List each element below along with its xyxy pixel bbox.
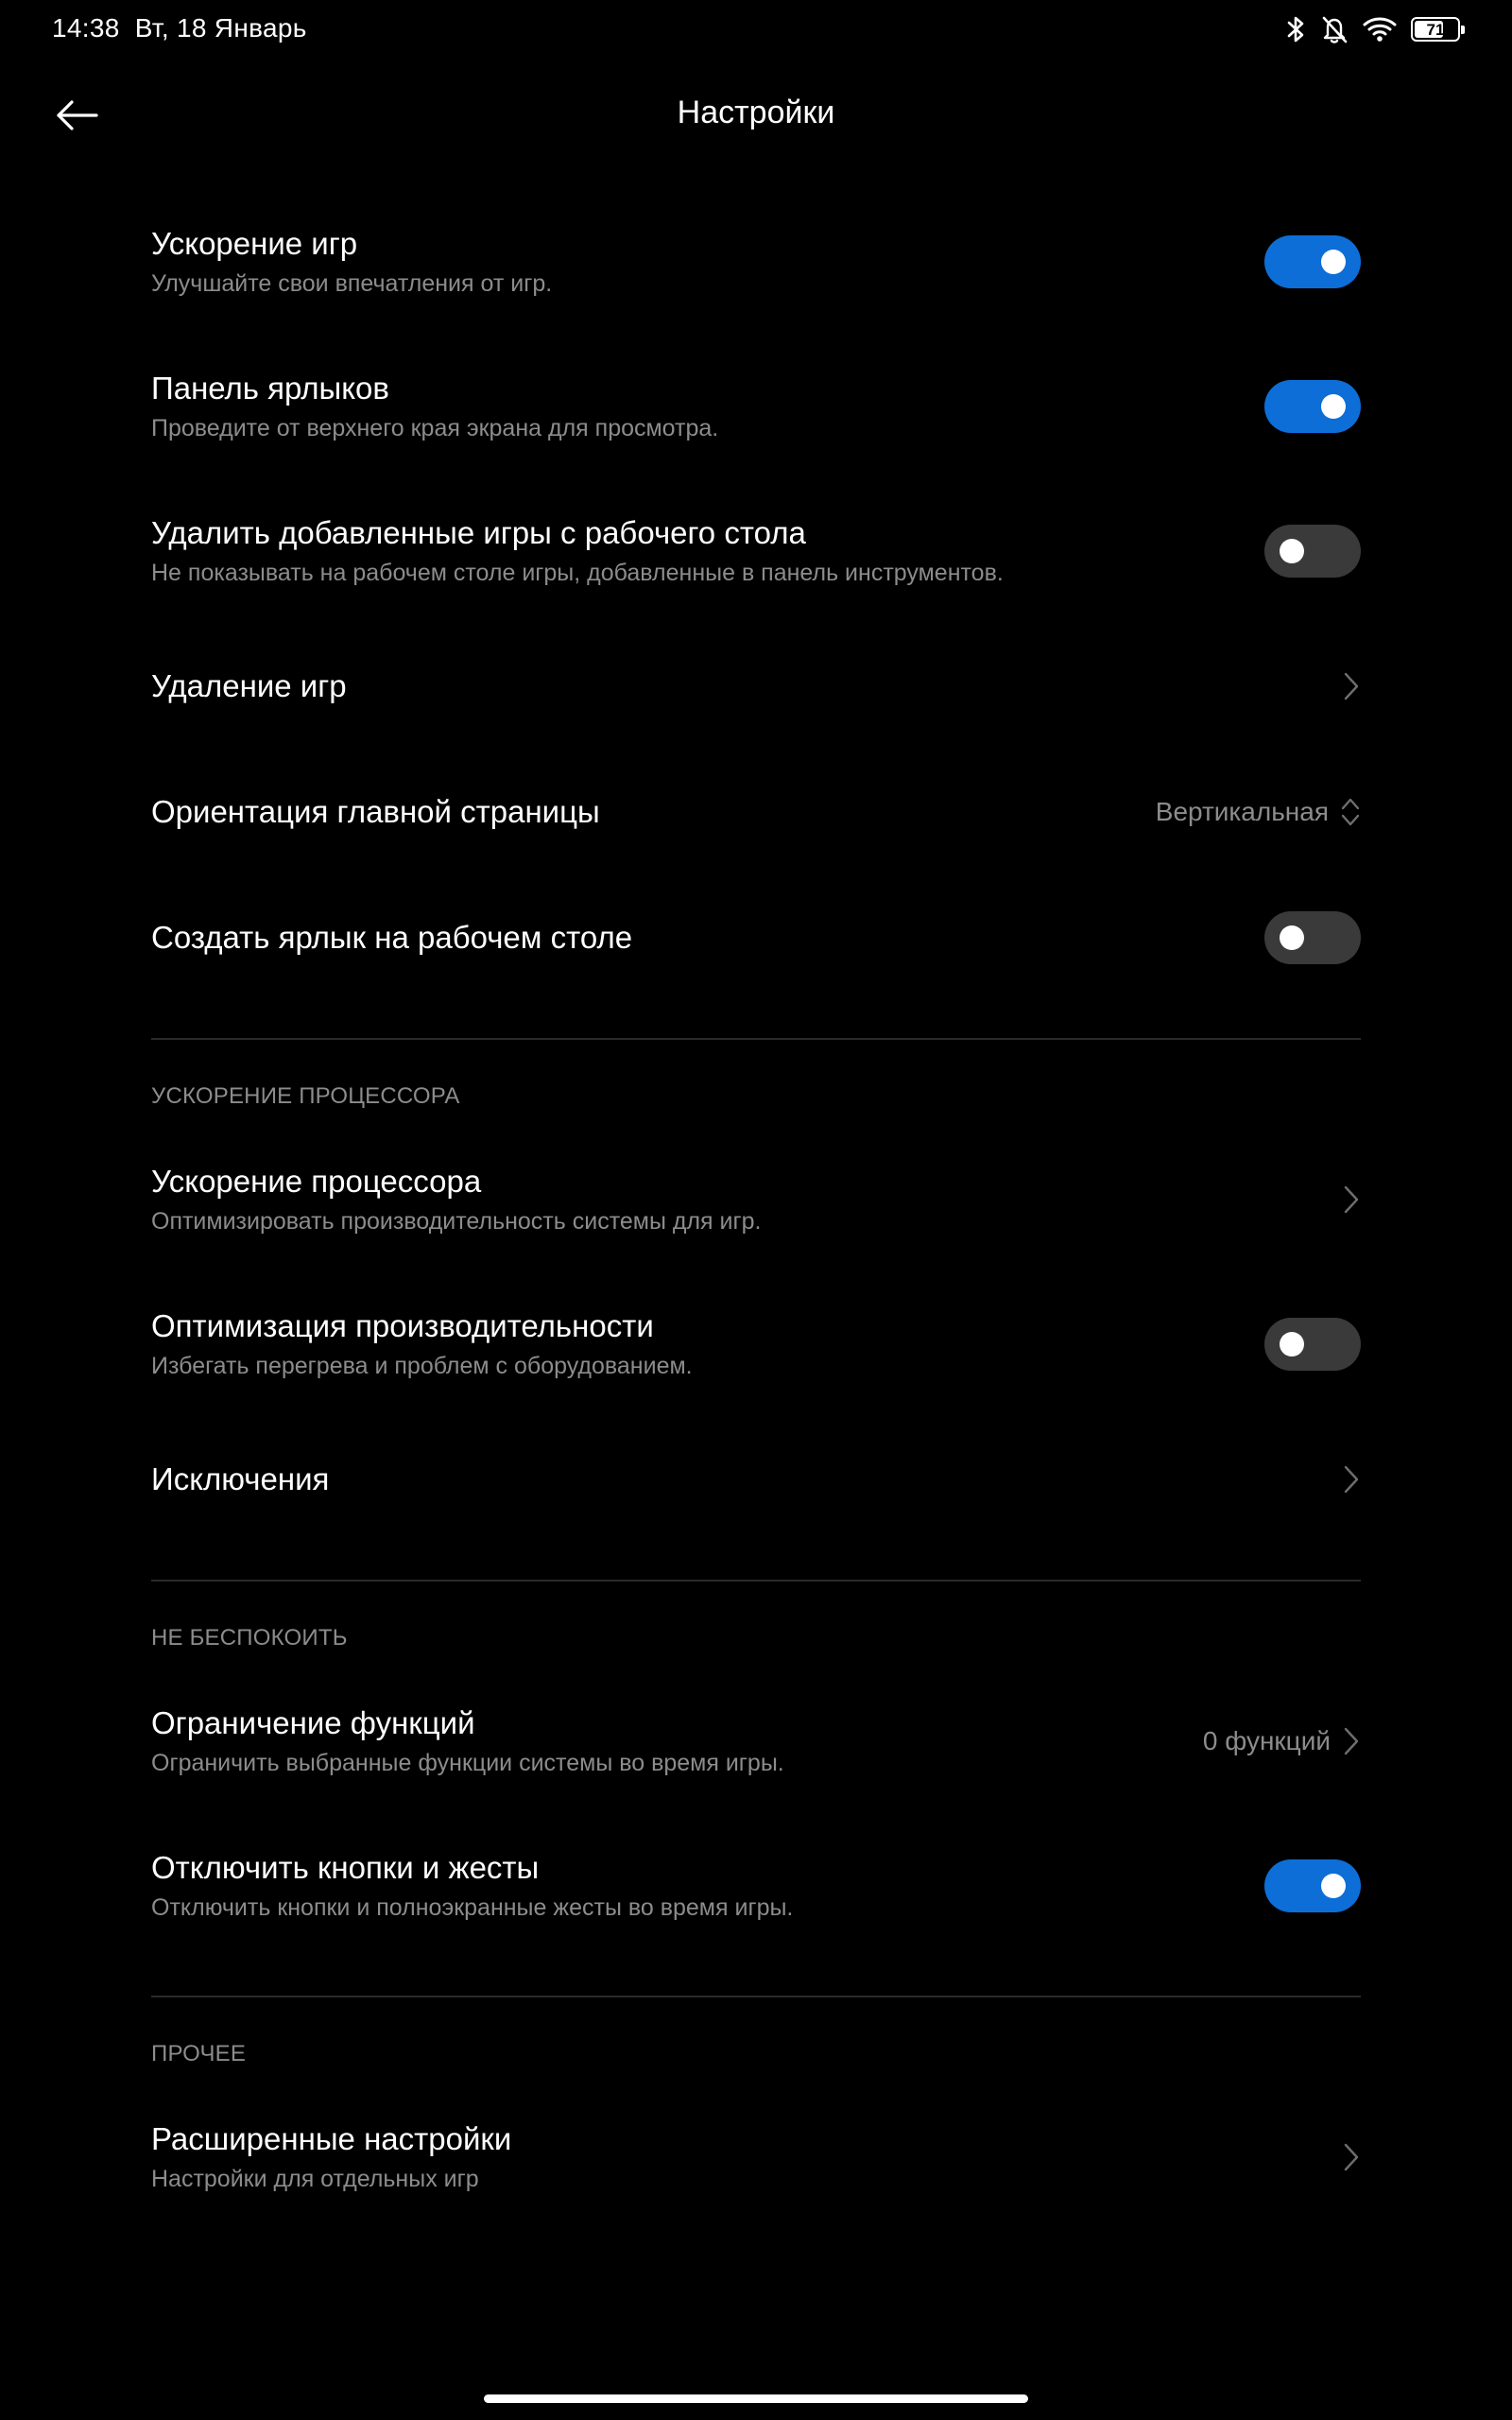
remove-from-desktop-toggle[interactable]: [1264, 524, 1361, 578]
bell-muted-icon: [1320, 14, 1349, 44]
section-header-dnd: НЕ БЕСПОКОИТЬ: [151, 1625, 348, 1651]
home-indicator[interactable]: [484, 2394, 1028, 2403]
setting-subtitle: Настройки для отдельных игр: [151, 2165, 479, 2192]
setting-title: Ускорение игр: [151, 225, 358, 261]
toggle-knob: [1280, 925, 1304, 950]
shortcut-panel-toggle[interactable]: [1264, 379, 1361, 433]
setting-title: Создать ярлык на рабочем столе: [151, 919, 633, 955]
bluetooth-icon: [1286, 14, 1307, 44]
setting-title: Удалить добавленные игры с рабочего стол…: [151, 514, 806, 550]
toggle-knob: [1321, 393, 1346, 419]
setting-create-shortcut[interactable]: Создать ярлык на рабочем столе: [151, 874, 1361, 1000]
chevron-right-icon: [1342, 1464, 1361, 1495]
app-header: Настройки: [0, 59, 1512, 172]
setting-performance-optimization[interactable]: Оптимизация производительности Избегать …: [151, 1271, 1361, 1416]
setting-subtitle: Проведите от верхнего края экрана для пр…: [151, 414, 719, 441]
status-time: 14:38: [52, 13, 120, 43]
orientation-value: Вертикальная: [1155, 796, 1329, 826]
chevron-up-down-icon: [1340, 796, 1361, 828]
section-header-other: ПРОЧЕЕ: [151, 2041, 247, 2066]
setting-advanced[interactable]: Расширенные настройки Настройки для отде…: [151, 2084, 1361, 2229]
setting-disable-buttons[interactable]: Отключить кнопки и жесты Отключить кнопк…: [151, 1813, 1361, 1958]
setting-subtitle: Улучшайте свои впечатления от игр.: [151, 269, 553, 297]
setting-title: Панель ярлыков: [151, 370, 389, 406]
setting-title: Ориентация главной страницы: [151, 793, 600, 829]
chevron-right-icon: [1342, 1184, 1361, 1215]
setting-function-limit[interactable]: Ограничение функций Ограничить выбранные…: [151, 1668, 1361, 1813]
chevron-right-icon: [1342, 671, 1361, 701]
toggle-knob: [1321, 1873, 1346, 1898]
wifi-icon: [1362, 15, 1398, 43]
setting-title: Удаление игр: [151, 667, 347, 703]
setting-subtitle: Отключить кнопки и полноэкранные жесты в…: [151, 1893, 794, 1921]
setting-exceptions[interactable]: Исключения: [151, 1416, 1361, 1542]
setting-shortcut-panel[interactable]: Панель ярлыков Проведите от верхнего кра…: [151, 334, 1361, 478]
function-limit-value: 0 функций: [1202, 1725, 1331, 1755]
page-title: Настройки: [677, 95, 835, 130]
setting-subtitle: Ограничить выбранные функции системы во …: [151, 1749, 784, 1776]
setting-title: Отключить кнопки и жесты: [151, 1849, 540, 1885]
status-date: Вт, 18 Январь: [134, 13, 307, 43]
section-header-cpu: УСКОРЕНИЕ ПРОЦЕССОРА: [151, 1083, 460, 1109]
settings-list: Ускорение игр Улучшайте свои впечатления…: [151, 189, 1361, 2229]
setting-title: Оптимизация производительности: [151, 1307, 654, 1343]
setting-delete-games[interactable]: Удаление игр: [151, 623, 1361, 749]
create-shortcut-toggle[interactable]: [1264, 910, 1361, 964]
setting-cpu-boost[interactable]: Ускорение процессора Оптимизировать прои…: [151, 1127, 1361, 1271]
divider: [151, 1580, 1361, 1582]
toggle-knob: [1280, 538, 1304, 563]
setting-title: Исключения: [151, 1461, 330, 1496]
toggle-knob: [1321, 249, 1346, 274]
setting-title: Расширенные настройки: [151, 2120, 512, 2156]
battery-level: 71: [1426, 20, 1445, 39]
game-boost-toggle[interactable]: [1264, 234, 1361, 288]
setting-subtitle: Оптимизировать производительность систем…: [151, 1207, 762, 1235]
setting-title: Ускорение процессора: [151, 1163, 482, 1199]
divider: [151, 1996, 1361, 1997]
setting-remove-from-desktop[interactable]: Удалить добавленные игры с рабочего стол…: [151, 478, 1361, 623]
chevron-right-icon: [1342, 1726, 1361, 1756]
status-bar: 14:38 Вт, 18 Январь 71: [0, 0, 1512, 59]
status-icons: 71: [1286, 11, 1465, 47]
setting-subtitle: Не показывать на рабочем столе игры, доб…: [151, 559, 1004, 586]
status-time-date: 14:38 Вт, 18 Январь: [52, 13, 307, 43]
setting-title: Ограничение функций: [151, 1704, 475, 1740]
setting-game-boost[interactable]: Ускорение игр Улучшайте свои впечатления…: [151, 189, 1361, 334]
toggle-knob: [1280, 1331, 1304, 1357]
performance-optimization-toggle[interactable]: [1264, 1317, 1361, 1371]
chevron-right-icon: [1342, 2142, 1361, 2172]
battery-icon: 71: [1411, 17, 1465, 42]
setting-subtitle: Избегать перегрева и проблем с оборудова…: [151, 1352, 693, 1379]
setting-home-orientation[interactable]: Ориентация главной страницы Вертикальная: [151, 749, 1361, 874]
divider: [151, 1038, 1361, 1040]
disable-buttons-toggle[interactable]: [1264, 1858, 1361, 1912]
